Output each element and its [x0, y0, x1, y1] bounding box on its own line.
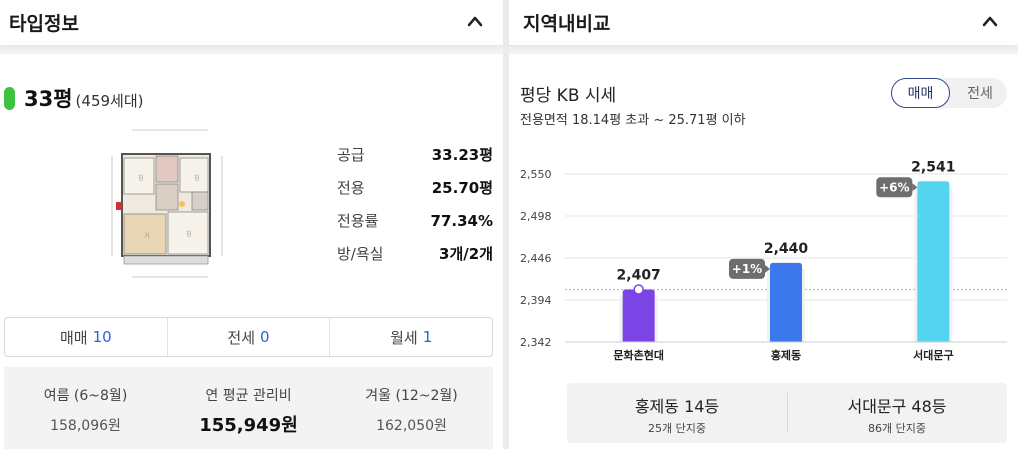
region-compare-header: 지역내비교 [509, 0, 1018, 46]
region-compare-panel: 지역내비교 평당 KB 시세 전용면적 18.14평 초과 ~ 25.71평 이… [509, 0, 1018, 449]
reference-marker [633, 284, 644, 295]
fee-summer: 여름 (6~8월) 158,096원 [4, 385, 167, 435]
type-info-title: 타입정보 [9, 13, 79, 35]
rank-sub: 25개 단지중 [648, 422, 706, 435]
data-label: 2,440 [764, 241, 809, 257]
fee-value: 155,949원 [199, 415, 298, 436]
tab-label: 월세 [390, 328, 418, 347]
maintenance-fee-box: 여름 (6~8월) 158,096원 연 평균 관리비 155,949원 겨울 … [4, 367, 493, 449]
x-tick-label: 서대문구 [913, 348, 953, 362]
x-tick-label: 홍제동 [771, 348, 801, 362]
chevron-up-icon[interactable] [465, 13, 485, 29]
bar [917, 181, 950, 342]
fee-label: 겨울 (12~2월) [365, 388, 458, 404]
type-pyeong: 33평 [24, 87, 73, 111]
deal-type-toggle: 매매 전세 [891, 78, 1007, 108]
spec-value: 77.34% [430, 211, 493, 230]
spec-label: 공급 [337, 146, 365, 164]
rank-gu: 서대문구 48등 86개 단지중 [787, 393, 1007, 436]
data-label: 2,541 [911, 159, 955, 175]
region-compare-title: 지역내비교 [523, 13, 611, 35]
kb-price-title: 평당 KB 시세 [520, 86, 617, 106]
kb-price-chart: 2,342 2,394 2,446 2,498 2,550 2,407 문화촌현대 2,440… [520, 159, 1007, 362]
type-info-header: 타입정보 [0, 0, 503, 46]
fee-label: 연 평균 관리비 [205, 388, 292, 404]
fee-annual-average: 연 평균 관리비 155,949원 [167, 385, 330, 437]
y-tick-label: 2,550 [520, 168, 552, 181]
listing-tabs: 매매 10 전세 0 월세 1 [4, 317, 493, 357]
y-tick-label: 2,394 [520, 294, 552, 307]
spec-label: 방/욕실 [337, 245, 384, 263]
tab-sale[interactable]: 매매 10 [5, 318, 168, 356]
floorplan-image[interactable]: 침 침 거 침 [110, 128, 225, 280]
fee-value: 158,096원 [50, 418, 121, 434]
fee-value: 162,050원 [376, 418, 447, 434]
rank-sub: 86개 단지중 [868, 422, 926, 435]
type-color-indicator [4, 86, 15, 110]
spec-value: 33.23평 [431, 146, 493, 164]
toggle-sale[interactable]: 매매 [891, 78, 950, 108]
rank-box: 홍제동 14등 25개 단지중 서대문구 48등 86개 단지중 [567, 383, 1007, 443]
svg-text:거: 거 [144, 232, 150, 240]
type-summary: 33평 (459세대) [4, 85, 143, 111]
change-badge-label: +6% [879, 180, 909, 194]
y-tick-label: 2,446 [520, 252, 552, 265]
spec-row-exclusive: 전용 25.70평 [337, 171, 493, 204]
tab-count: 10 [92, 328, 112, 346]
x-tick-label: 문화촌현대 [613, 348, 664, 362]
svg-text:침: 침 [138, 174, 144, 182]
spec-row-supply: 공급 33.23평 [337, 138, 493, 171]
spec-row-ratio: 전용률 77.34% [337, 204, 493, 237]
spec-label: 전용 [337, 179, 365, 197]
bar [770, 262, 802, 342]
rank-main: 서대문구 48등 [847, 397, 947, 416]
tab-count: 0 [260, 328, 270, 346]
tab-count: 1 [422, 328, 433, 346]
rank-dong: 홍제동 14등 25개 단지중 [567, 393, 787, 436]
spec-row-rooms: 방/욕실 3개/2개 [337, 237, 493, 270]
y-tick-label: 2,342 [520, 336, 552, 349]
rank-main: 홍제동 14등 [634, 397, 720, 416]
type-info-panel: 타입정보 33평 (459세대) 침 침 거 침 공급 33.23평 전용 25… [0, 0, 503, 449]
kb-price-subtitle: 전용면적 18.14평 초과 ~ 25.71평 이하 [520, 113, 746, 128]
spec-label: 전용률 [337, 212, 379, 230]
change-badge-label: +1% [732, 262, 762, 276]
svg-text:침: 침 [186, 230, 192, 238]
tab-label: 매매 [59, 328, 88, 347]
fee-winter: 겨울 (12~2월) 162,050원 [330, 385, 493, 435]
tab-label: 전세 [227, 328, 256, 347]
tab-jeonse[interactable]: 전세 0 [168, 318, 331, 356]
type-households: (459세대) [75, 91, 144, 110]
spec-table: 공급 33.23평 전용 25.70평 전용률 77.34% 방/욕실 3개/2… [337, 138, 493, 270]
spec-value: 3개/2개 [439, 245, 493, 263]
fee-label: 여름 (6~8월) [43, 388, 128, 404]
y-tick-label: 2,498 [520, 210, 552, 223]
bar [622, 289, 655, 342]
svg-text:침: 침 [194, 174, 200, 182]
spec-value: 25.70평 [431, 179, 493, 197]
chevron-up-icon[interactable] [980, 13, 1000, 29]
toggle-jeonse[interactable]: 전세 [953, 78, 1007, 108]
data-label: 2,407 [617, 268, 661, 284]
tab-monthly-rent[interactable]: 월세 1 [330, 318, 492, 356]
